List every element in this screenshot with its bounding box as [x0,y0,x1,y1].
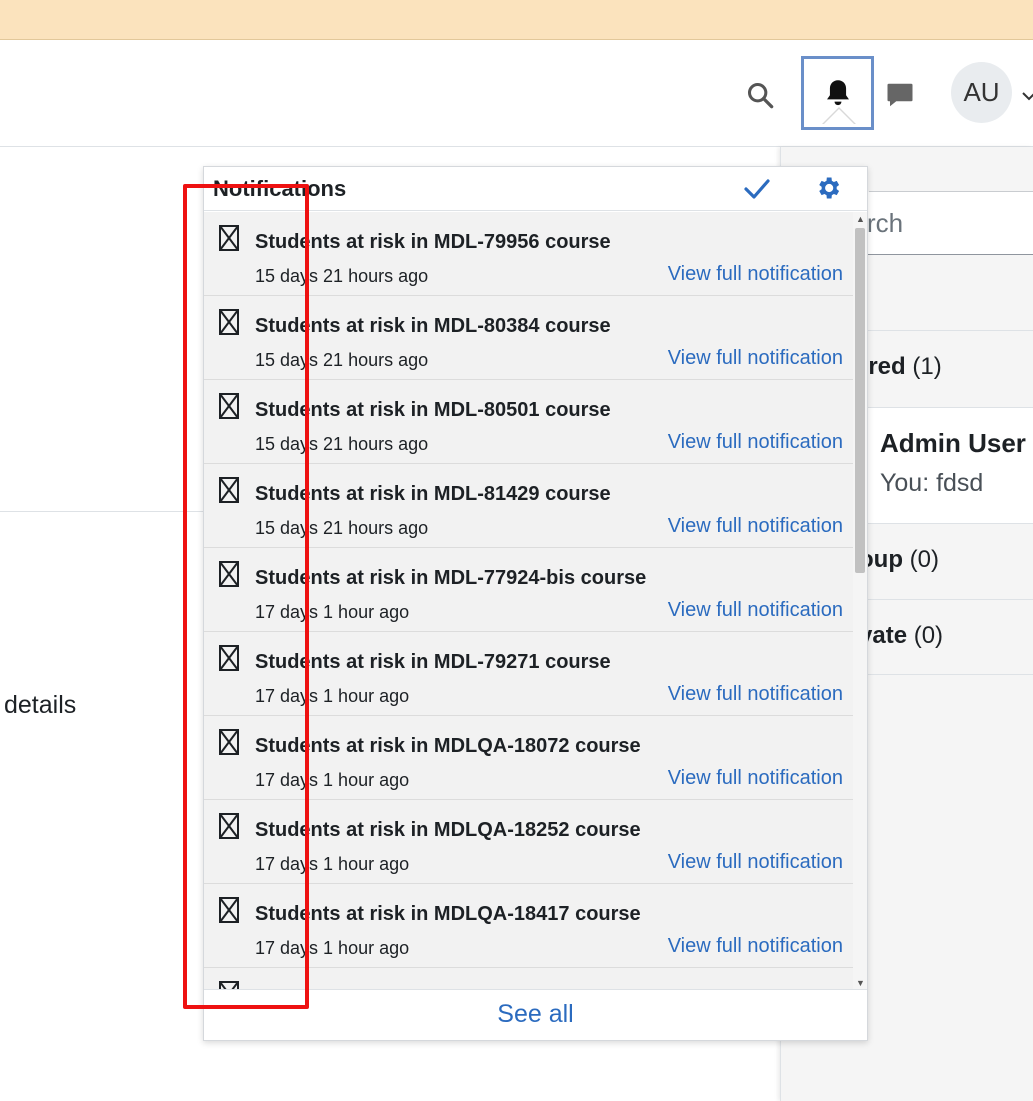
hourglass-icon [219,645,239,671]
bell-icon [826,80,849,106]
notification-title: Students at risk in MDL-80501 course [255,399,611,421]
details-label: details [4,691,77,719]
conversation-last-message: You: fdsd [880,469,984,497]
notification-time: 17 days 1 hour ago [255,602,410,622]
notification-time: 15 days 21 hours ago [255,434,429,454]
hourglass-icon [219,813,239,839]
notification-title: Students at risk in MDLQA-18072 course [255,735,641,757]
top-banner [0,0,1033,40]
notification-item-partial[interactable] [204,968,853,989]
notification-item[interactable]: Students at risk in MDLQA-18072 course 1… [204,716,853,800]
drawer-search-input[interactable]: rch [867,192,1033,255]
notification-scrollbar[interactable]: ▲ ▼ [853,212,867,989]
scroll-down-arrow-icon[interactable]: ▼ [856,978,865,988]
hourglass-icon [219,561,239,587]
notification-title: Students at risk in MDL-81429 course [255,483,611,505]
notification-title: Students at risk in MDL-77924-bis course [255,567,647,589]
view-full-notification-link[interactable]: View full notification [668,263,843,286]
search-button[interactable] [742,77,778,113]
see-all-link[interactable]: See all [497,1000,573,1029]
conversation-name: Admin User [880,428,1026,458]
notification-settings-button[interactable] [812,172,844,204]
hourglass-icon [219,981,239,989]
view-full-notification-link[interactable]: View full notification [668,935,843,958]
notification-time: 17 days 1 hour ago [255,770,410,790]
view-full-notification-link[interactable]: View full notification [668,683,843,706]
notification-time: 15 days 21 hours ago [255,266,429,286]
section-count: (1) [912,353,942,380]
hourglass-icon [219,477,239,503]
messages-button[interactable] [882,77,918,113]
view-full-notification-link[interactable]: View full notification [668,515,843,538]
avatar[interactable]: AU [951,62,1012,123]
view-full-notification-link[interactable]: View full notification [668,347,843,370]
scroll-up-arrow-icon[interactable]: ▲ [856,214,865,224]
view-full-notification-link[interactable]: View full notification [668,431,843,454]
view-full-notification-link[interactable]: View full notification [668,599,843,622]
notification-title: Students at risk in MDL-79956 course [255,231,611,253]
checkmark-icon [744,179,770,199]
notification-item[interactable]: Students at risk in MDL-77924-bis course… [204,548,853,632]
notification-time: 17 days 1 hour ago [255,686,410,706]
notifications-popover: Notifications Students at risk in MDL-79… [203,166,868,1041]
popover-footer: See all [204,989,867,1040]
view-full-notification-link[interactable]: View full notification [668,767,843,790]
mark-all-read-button[interactable] [741,173,773,205]
navbar: AU [0,40,1033,147]
section-count: (0) [909,546,939,573]
hourglass-icon [219,225,239,251]
hourglass-icon [219,309,239,335]
hourglass-icon [219,897,239,923]
notification-title: Students at risk in MDL-80384 course [255,315,611,337]
hourglass-icon [219,729,239,755]
section-count: (0) [913,622,944,649]
chat-bubble-icon [887,83,913,107]
notification-time: 15 days 21 hours ago [255,350,429,370]
notification-list[interactable]: Students at risk in MDL-79956 course 15 … [204,212,853,989]
chevron-down-icon[interactable] [1022,84,1033,107]
notification-item[interactable]: Students at risk in MDL-79271 course 17 … [204,632,853,716]
notification-item[interactable]: Students at risk in MDL-79956 course 15 … [204,212,853,296]
avatar-initials: AU [963,77,1000,107]
notification-item[interactable]: Students at risk in MDL-80384 course 15 … [204,296,853,380]
notification-time: 15 days 21 hours ago [255,518,429,538]
view-full-notification-link[interactable]: View full notification [668,851,843,874]
notification-item[interactable]: Students at risk in MDLQA-18417 course 1… [204,884,853,968]
notification-item[interactable]: Students at risk in MDL-80501 course 15 … [204,380,853,464]
popover-caret [822,107,856,124]
search-icon [747,82,774,109]
scrollbar-thumb[interactable] [855,228,865,573]
notification-time: 17 days 1 hour ago [255,938,410,958]
notification-title: Students at risk in MDL-79271 course [255,651,611,673]
notification-time: 17 days 1 hour ago [255,854,410,874]
notification-item[interactable]: Students at risk in MDLQA-18252 course 1… [204,800,853,884]
gear-icon [819,177,840,199]
popover-header: Notifications [204,167,867,211]
popover-title: Notifications [213,176,347,201]
notification-title: Students at risk in MDLQA-18417 course [255,903,641,925]
notification-item[interactable]: Students at risk in MDL-81429 course 15 … [204,464,853,548]
hourglass-icon [219,393,239,419]
notification-title: Students at risk in MDLQA-18252 course [255,819,641,841]
